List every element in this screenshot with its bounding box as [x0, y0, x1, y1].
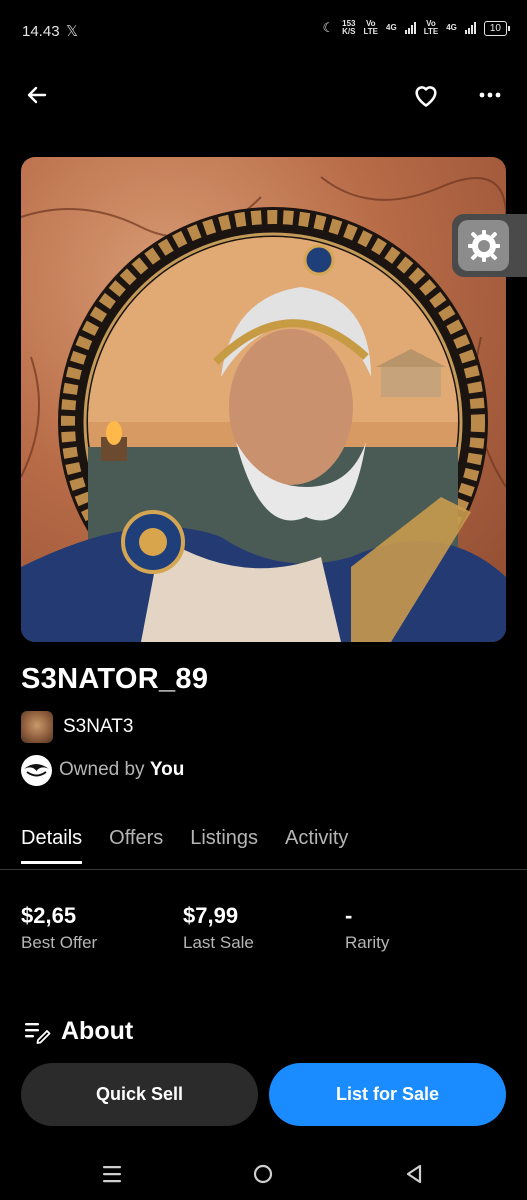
- more-options-button[interactable]: [470, 76, 510, 114]
- detail-tabs: Details Offers Listings Activity: [21, 827, 375, 864]
- triangle-back-icon: [406, 1164, 422, 1184]
- recents-button[interactable]: [98, 1160, 126, 1188]
- stat-value: -: [345, 903, 353, 928]
- status-time: 14.43: [22, 23, 60, 40]
- stat-best-offer: $2,65 Best Offer: [21, 903, 97, 953]
- owner-avatar[interactable]: [21, 755, 52, 786]
- sim2-volte: Vo LTE: [423, 19, 439, 36]
- stat-label: Rarity: [345, 933, 390, 952]
- menu-lines-icon: [103, 1166, 121, 1183]
- tab-offers[interactable]: Offers: [109, 827, 163, 864]
- stat-label: Best Offer: [21, 933, 98, 952]
- nft-artwork-image[interactable]: [21, 157, 506, 642]
- circle-home-icon: [253, 1164, 273, 1184]
- list-for-sale-button[interactable]: List for Sale: [269, 1063, 506, 1126]
- signal-icon-2: [464, 22, 476, 34]
- moon-icon: ☾: [322, 20, 335, 35]
- quick-sell-button[interactable]: Quick Sell: [21, 1063, 258, 1126]
- owner-avatar-graphic: [24, 764, 49, 777]
- tab-listings[interactable]: Listings: [190, 827, 258, 864]
- stat-value: $2,65: [21, 903, 77, 928]
- stat-last-sale: $7,99 Last Sale: [183, 903, 254, 953]
- greek-senator-bust-artwork: [21, 176, 506, 642]
- system-back-button[interactable]: [400, 1160, 428, 1188]
- arrow-left-icon: [27, 86, 47, 104]
- sim2-gen: 4G: [446, 23, 457, 32]
- battery-icon: 10: [483, 20, 511, 36]
- tab-details[interactable]: Details: [21, 827, 83, 864]
- sim1-volte: Vo LTE: [363, 19, 379, 36]
- home-button[interactable]: [249, 1160, 277, 1188]
- notes-edit-icon: [25, 1023, 51, 1044]
- settings-gear-icon: [467, 229, 500, 262]
- floating-assistive-button[interactable]: [452, 214, 527, 277]
- owner-line: Owned by You: [59, 759, 184, 781]
- owner-name-link[interactable]: You: [150, 759, 184, 780]
- heart-outline-icon: [415, 86, 437, 107]
- status-indicators: ☾ 153 K/S Vo LTE 4G Vo LTE 4G 10: [322, 19, 511, 36]
- collection-avatar[interactable]: [21, 711, 53, 743]
- x-app-notification-icon: 𝕏: [66, 23, 79, 40]
- collection-name-link[interactable]: S3NAT3: [63, 716, 133, 738]
- signal-icon: [404, 22, 416, 34]
- nft-title: S3NATOR_89: [21, 663, 209, 695]
- stat-value: $7,99: [183, 903, 239, 928]
- about-heading: About: [61, 1017, 134, 1045]
- sim1-gen: 4G: [386, 23, 397, 32]
- floating-button-inner: [458, 220, 509, 271]
- favorite-button[interactable]: [406, 76, 446, 114]
- back-button[interactable]: [18, 76, 56, 114]
- tab-activity[interactable]: Activity: [285, 827, 348, 864]
- network-speed: 153 K/S: [342, 19, 356, 36]
- stat-label: Last Sale: [183, 933, 254, 952]
- more-horizontal-icon: [479, 92, 501, 98]
- stat-rarity: - Rarity: [345, 903, 389, 953]
- tabs-divider: [0, 869, 527, 870]
- owned-by-label: Owned by: [59, 759, 145, 780]
